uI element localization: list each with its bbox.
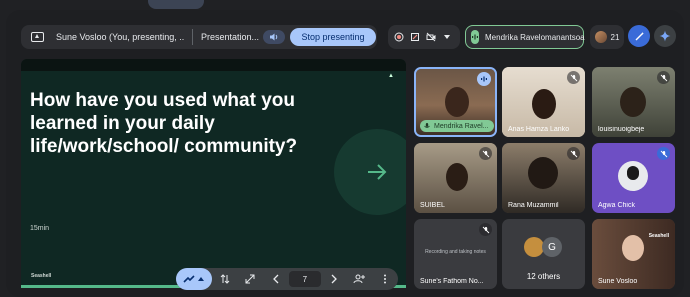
participant-tile[interactable]: SUIBEL (414, 143, 497, 213)
divider (192, 29, 193, 45)
more-options-icon[interactable] (372, 268, 398, 290)
laser-pointer-icon[interactable] (212, 268, 238, 290)
participant-name: Mendrika Ravel... (434, 122, 489, 130)
top-handle[interactable] (148, 0, 204, 9)
previous-slide-icon[interactable] (263, 268, 289, 290)
participant-face (446, 163, 468, 191)
next-slide-icon[interactable] (321, 268, 347, 290)
presentation-label[interactable]: Presentation... (201, 32, 259, 42)
participant-tile[interactable]: Recording and taking notes Sune's Fathom… (414, 219, 497, 289)
others-tile[interactable]: G 12 others (502, 219, 585, 289)
participant-name: SUIBEL (420, 202, 445, 209)
media-controls (388, 25, 460, 49)
presenting-bar: Sune Vosloo (You, presenting, ... Presen… (21, 25, 377, 49)
presenter-text: Sune Vosloo (You, presenting, ... (56, 32, 184, 42)
muted-mic-icon (567, 71, 580, 84)
slide-top-strip (21, 59, 406, 71)
speaking-icon (471, 30, 479, 44)
participant-face (445, 87, 469, 117)
avatar (524, 237, 544, 257)
participant-face (620, 87, 646, 117)
pen-chevron-icon (198, 277, 205, 281)
notes-caption: Recording and taking notes (425, 249, 486, 255)
speaker-name-pill: Mendrika Ravel... (420, 120, 494, 132)
fullscreen-icon[interactable] (237, 268, 263, 290)
participant-face (622, 235, 644, 261)
participant-face (528, 157, 558, 189)
presentation-slide: ▲ How have you used what you learned in … (21, 59, 406, 288)
others-count: 12 others (526, 272, 561, 281)
speaking-indicator-icon (477, 72, 491, 86)
slide-page-number[interactable]: 7 (288, 271, 321, 287)
avatar-letter: G (542, 237, 562, 257)
participant-name: Sune's Fathom No... (420, 278, 484, 285)
avatar-figure (627, 166, 639, 180)
slide-headline: How have you used what you learned in yo… (30, 90, 298, 157)
people-avatars-icon (594, 31, 607, 43)
present-screen-icon (31, 32, 44, 42)
muted-mic-icon (657, 147, 670, 160)
slide-duration: 15min (30, 225, 50, 232)
stop-presenting-button[interactable]: Stop presenting (290, 28, 376, 46)
muted-mic-icon (657, 71, 670, 84)
annotate-icon[interactable] (410, 32, 420, 42)
mic-icon (424, 123, 430, 128)
pen-tool-button[interactable] (176, 268, 212, 290)
participant-face (532, 89, 556, 119)
muted-mic-icon (567, 147, 580, 160)
muted-mic-icon (479, 147, 492, 160)
volume-icon[interactable] (263, 30, 285, 44)
participant-tile[interactable]: Seashell Sune Vosloo (592, 219, 675, 289)
participant-name: louisinuoigbeje (598, 126, 645, 133)
participant-tile[interactable]: Anas Hamza Lanko (502, 67, 585, 137)
record-icon[interactable] (394, 32, 404, 42)
participant-name: Anas Hamza Lanko (508, 126, 570, 133)
slide-brand: Seashell (31, 273, 52, 279)
slide-controls: 7 (176, 268, 398, 290)
next-arrow-icon (334, 129, 406, 215)
avatar (618, 161, 648, 191)
active-speaker-pill[interactable]: Mendrika Ravelomanantsoa (465, 25, 585, 49)
participant-tile[interactable]: Rana Muzammil (502, 143, 585, 213)
chevron-down-icon[interactable] (442, 32, 452, 42)
camera-off-icon[interactable] (426, 32, 436, 42)
people-count: 21 (610, 32, 620, 42)
participant-tile[interactable]: Mendrika Ravel... (414, 67, 497, 137)
background-overlay-text: Seashell (648, 233, 669, 239)
add-person-icon[interactable] (346, 268, 372, 290)
effects-button[interactable] (628, 25, 650, 47)
gemini-button[interactable] (654, 25, 676, 47)
people-button[interactable]: 21 (590, 25, 624, 49)
participant-tile[interactable]: Agwa Chick (592, 143, 675, 213)
active-speaker-name: Mendrika Ravelomanantsoa (485, 32, 585, 42)
meet-window: Sune Vosloo (You, presenting, ... Presen… (0, 0, 690, 297)
participant-tile[interactable]: louisinuoigbeje (592, 67, 675, 137)
participant-name: Rana Muzammil (508, 202, 559, 209)
participant-name: Agwa Chick (598, 202, 635, 209)
slide-logo-icon: ▲ (388, 73, 394, 79)
participant-name: Sune Vosloo (598, 278, 638, 285)
muted-mic-icon (479, 223, 492, 236)
